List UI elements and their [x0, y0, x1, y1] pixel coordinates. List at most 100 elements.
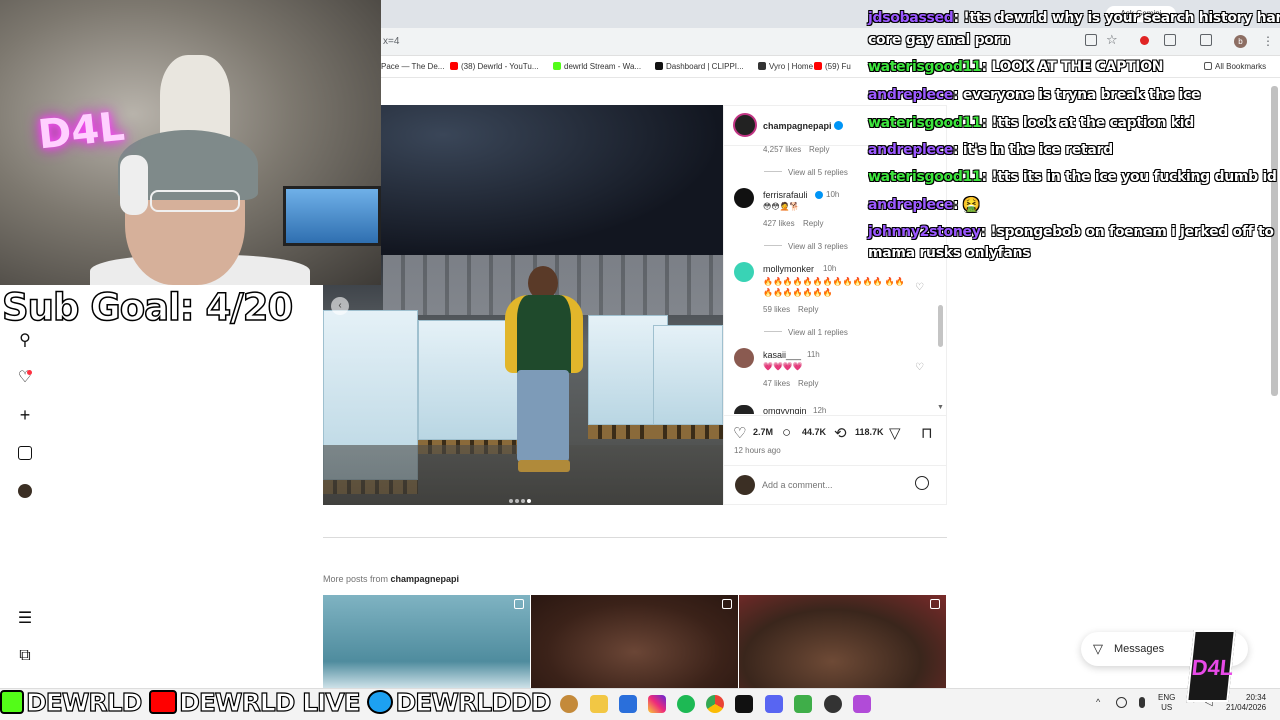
social-handle: DEWRLDDD — [395, 687, 552, 717]
comment-likes[interactable]: 4,257 likes — [763, 145, 801, 154]
comment-reply[interactable]: Reply — [809, 145, 829, 154]
commenter-name[interactable]: ferrisrafauli — [763, 190, 808, 200]
extension-red-icon[interactable] — [1140, 36, 1149, 45]
bookmark-item[interactable]: (59) Fu — [814, 62, 851, 71]
comment-likes[interactable]: 427 likes — [763, 219, 795, 228]
taskbar-app-icon[interactable] — [560, 695, 578, 713]
page-scrollbar[interactable] — [1271, 86, 1278, 396]
more-posts-author[interactable]: champagnepapi — [391, 574, 460, 584]
commenter-avatar[interactable] — [734, 348, 754, 368]
commenter-avatar[interactable] — [734, 262, 754, 282]
instagram-icon[interactable] — [648, 695, 666, 713]
comment-like-heart-icon[interactable]: ♡ — [915, 282, 925, 293]
commenter-name[interactable]: mollymonker — [763, 264, 814, 274]
app-icon[interactable] — [853, 695, 871, 713]
chat-text: 🤮 — [962, 197, 980, 213]
store-icon[interactable] — [619, 695, 637, 713]
install-app-icon[interactable] — [1085, 34, 1097, 46]
split-view-icon[interactable] — [1200, 34, 1212, 46]
obs-icon[interactable] — [824, 695, 842, 713]
repost-count[interactable]: 118.7K — [855, 427, 884, 437]
comment-panel — [723, 105, 947, 505]
comment-likes[interactable]: 59 likes — [763, 305, 790, 314]
reel-icon — [930, 599, 940, 609]
emoji-icon[interactable] — [915, 476, 929, 490]
dashboard-chart-icon[interactable] — [16, 444, 34, 462]
spotify-icon[interactable] — [677, 695, 695, 713]
view-replies[interactable]: View all 5 replies — [786, 168, 848, 177]
chat-text: !tts its in the ice you fucking dumb id — [991, 169, 1277, 185]
bookmark-star-icon[interactable]: ☆ — [1106, 32, 1118, 48]
microphone-icon[interactable] — [1139, 697, 1145, 708]
extensions-icon[interactable] — [1164, 34, 1176, 46]
view-replies[interactable]: View all 1 replies — [786, 328, 848, 337]
webcam-monitor — [283, 186, 381, 246]
commenter-avatar[interactable] — [734, 405, 754, 414]
comment-reply[interactable]: Reply — [798, 305, 818, 314]
chat-username: waterisgood11 — [868, 59, 982, 75]
chat-username: waterisgood11 — [868, 115, 982, 131]
tray-chevron-icon[interactable]: ^ — [1096, 697, 1100, 707]
add-comment-input[interactable] — [762, 477, 902, 493]
post-thumbnail[interactable] — [739, 595, 946, 690]
webcam-feed: D4L — [0, 0, 381, 285]
carousel-dot — [515, 499, 519, 503]
webcam-glasses — [150, 190, 240, 212]
comment-count[interactable]: 44.7K — [802, 427, 826, 437]
carousel-prev-button[interactable]: ‹ — [331, 297, 349, 315]
profile-avatar[interactable]: b — [1234, 35, 1247, 48]
post-thumbnail[interactable] — [323, 595, 530, 690]
comment-like-heart-icon[interactable]: ♡ — [915, 362, 925, 373]
repost-icon[interactable]: ⟲ — [834, 424, 847, 442]
also-from-meta-icon[interactable]: ⧉ — [16, 647, 34, 665]
post-author[interactable]: champagnepapi — [763, 121, 832, 131]
app-icon[interactable] — [735, 695, 753, 713]
commenter-avatar[interactable] — [734, 188, 754, 208]
current-user-avatar — [735, 475, 755, 495]
app-icon[interactable] — [794, 695, 812, 713]
comments-scrollbar[interactable] — [938, 305, 943, 347]
comment-reply[interactable]: Reply — [803, 219, 823, 228]
bookmark-item[interactable]: Vyro | Home — [758, 62, 813, 71]
chat-username: andreplece — [868, 87, 953, 103]
language-indicator[interactable]: ENG US — [1158, 693, 1175, 713]
chat-message: waterisgood11: !tts look at the caption … — [868, 115, 1195, 131]
notifications-heart-icon[interactable]: ♡ — [16, 369, 34, 387]
post-thumbnail[interactable] — [531, 595, 738, 690]
like-heart-icon[interactable]: ♡ — [733, 424, 746, 442]
comment-reply[interactable]: Reply — [798, 379, 818, 388]
author-avatar[interactable] — [733, 113, 757, 137]
carousel-dot — [509, 499, 513, 503]
chat-text: LOOK AT THE CAPTION — [991, 59, 1164, 75]
tray-icon[interactable] — [1116, 697, 1127, 708]
discord-icon[interactable] — [765, 695, 783, 713]
menu-hamburger-icon[interactable]: ☰ — [16, 610, 34, 628]
bookmark-item[interactable]: Dashboard | CLIPPI... — [655, 62, 744, 71]
create-plus-icon[interactable]: + — [16, 406, 34, 424]
comment-likes[interactable]: 47 likes — [763, 379, 790, 388]
chat-text: everyone is tryna break the ice — [962, 87, 1201, 103]
bookmark-item[interactable]: Pace — The De... — [381, 62, 444, 71]
chat-text: it's in the ice retard — [962, 142, 1113, 158]
comment-bubble-icon[interactable]: ○ — [782, 424, 791, 441]
all-bookmarks[interactable]: All Bookmarks — [1204, 62, 1266, 71]
save-bookmark-icon[interactable]: ⊓ — [921, 424, 933, 442]
vyro-icon — [758, 62, 766, 70]
file-explorer-icon[interactable] — [590, 695, 608, 713]
chrome-icon[interactable] — [706, 695, 724, 713]
like-count[interactable]: 2.7M — [753, 427, 773, 437]
view-replies[interactable]: View all 3 replies — [786, 242, 848, 251]
bookmark-item[interactable]: (38) Dewrld - YouTu... — [450, 62, 539, 71]
commenter-name[interactable]: omgyvngin — [763, 406, 807, 414]
chat-username: johnny2stoney — [868, 224, 981, 240]
system-clock[interactable]: 20:34 21/04/2026 — [1226, 693, 1266, 713]
bookmark-item[interactable]: dewrld Stream - Wa... — [553, 62, 641, 71]
share-send-icon[interactable]: ▽ — [889, 424, 901, 442]
commenter-name[interactable]: kasaii___ — [763, 350, 801, 360]
profile-avatar[interactable] — [16, 482, 34, 500]
send-icon: ▽ — [1093, 641, 1103, 656]
scroll-down-arrow-icon[interactable]: ▼ — [937, 404, 944, 411]
browser-menu-icon[interactable]: ⋮ — [1262, 34, 1274, 48]
chat-text: !tts dewrld why is your search history h… — [963, 10, 1280, 26]
search-icon[interactable]: ⚲ — [16, 332, 34, 350]
